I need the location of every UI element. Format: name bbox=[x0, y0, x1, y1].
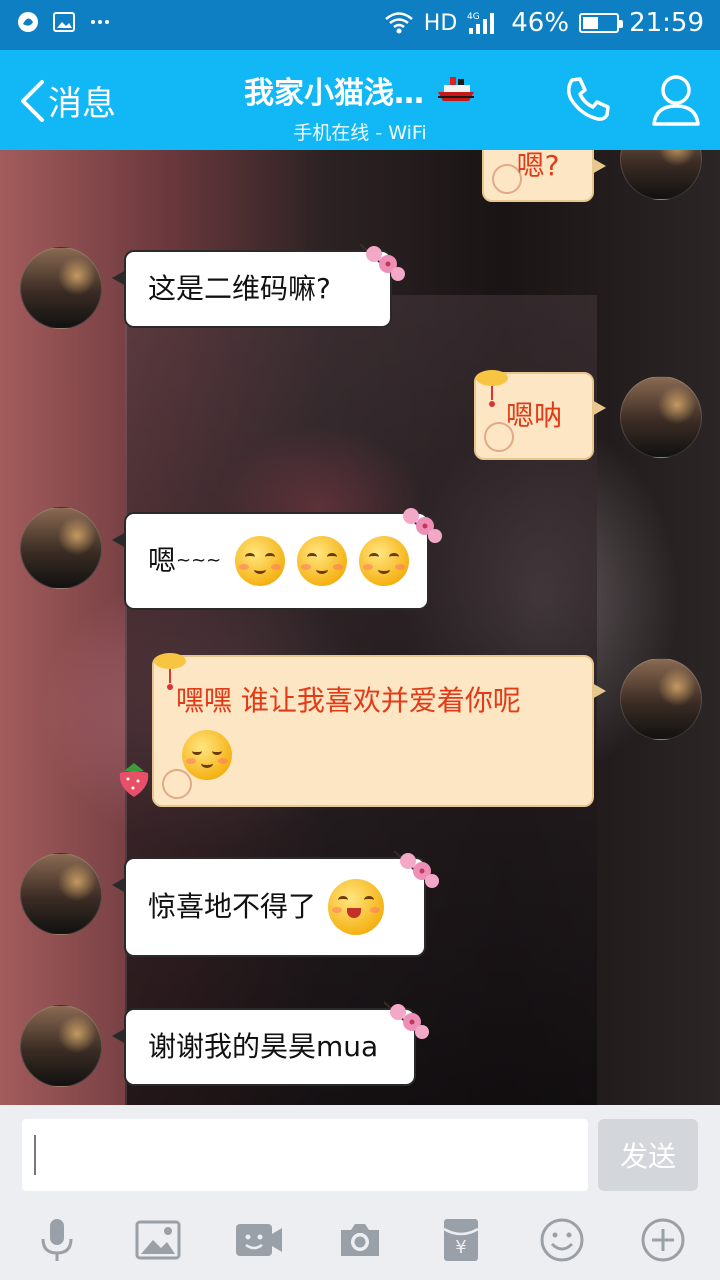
message-bubble-outgoing[interactable]: 嗯? bbox=[482, 150, 606, 202]
kiss-emoji-icon bbox=[297, 536, 348, 586]
cherry-blossom-icon bbox=[383, 1001, 429, 1039]
send-button[interactable]: 发送 bbox=[598, 1119, 698, 1191]
app-notification-icon bbox=[18, 12, 38, 32]
input-toolbar: ¥ bbox=[0, 1215, 720, 1265]
kiss-emoji-icon bbox=[235, 536, 286, 586]
message-text: 嘿嘿 谁让我喜欢并爱着你呢 bbox=[176, 684, 521, 717]
message-text: 嗯? bbox=[516, 150, 560, 182]
message-text: 这是二维码嘛? bbox=[148, 272, 331, 305]
image-icon bbox=[135, 1220, 181, 1260]
text-cursor bbox=[34, 1135, 36, 1175]
contact-avatar[interactable] bbox=[20, 507, 102, 589]
message-text: 惊喜地不得了 bbox=[148, 890, 317, 923]
more-notifications-icon bbox=[91, 20, 109, 24]
ship-icon bbox=[438, 77, 474, 101]
video-call-button[interactable] bbox=[234, 1215, 284, 1265]
svg-text:¥: ¥ bbox=[455, 1237, 466, 1258]
message-bubble-incoming[interactable]: 嗯 ~~~ bbox=[112, 505, 442, 610]
battery-percent: 46% bbox=[511, 8, 570, 38]
message-text: 谢谢我的昊昊mua bbox=[148, 1030, 379, 1063]
shy-emoji-icon bbox=[182, 730, 232, 780]
lucky-charm-icon bbox=[476, 370, 508, 407]
cherry-blossom-icon bbox=[396, 505, 442, 543]
status-bar: HD 4G 46% 21:59 bbox=[0, 0, 720, 50]
strawberry-icon bbox=[119, 763, 149, 797]
message-bubble-incoming[interactable]: 惊喜地不得了 bbox=[112, 850, 439, 957]
contact-avatar[interactable] bbox=[20, 853, 102, 935]
wifi-icon bbox=[384, 12, 413, 34]
network-label: HD bbox=[423, 10, 458, 36]
my-avatar[interactable] bbox=[620, 150, 702, 200]
seal-stamp-icon bbox=[162, 769, 192, 799]
back-button[interactable]: 消息 bbox=[18, 76, 116, 125]
message-bubble-outgoing[interactable]: 嘿嘿 谁让我喜欢并爱着你呢 bbox=[119, 653, 606, 807]
back-label: 消息 bbox=[48, 84, 116, 124]
profile-icon[interactable] bbox=[650, 72, 702, 128]
contact-avatar[interactable] bbox=[20, 247, 102, 329]
seal-stamp-icon bbox=[492, 164, 522, 194]
lucky-charm-icon bbox=[154, 653, 186, 690]
camera-icon bbox=[341, 1224, 379, 1256]
chat-area[interactable]: 嗯? 这是二维码嘛? 嗯呐 嗯 ~~~ 嘿嘿 谁让我喜欢并爱着你呢 惊喜地不得了… bbox=[0, 150, 720, 1105]
chat-header[interactable]: 我家小猫浅… 手机在线 - WiFi bbox=[210, 68, 510, 145]
message-input[interactable] bbox=[22, 1119, 588, 1191]
my-avatar[interactable] bbox=[620, 376, 702, 458]
contact-status: 手机在线 - WiFi bbox=[293, 122, 427, 144]
chevron-left-icon bbox=[21, 79, 44, 122]
message-bubble-incoming[interactable]: 谢谢我的昊昊mua bbox=[112, 1001, 429, 1086]
excited-emoji-icon bbox=[328, 879, 385, 935]
input-bar: 发送 ¥ bbox=[0, 1105, 720, 1280]
phone-icon[interactable] bbox=[562, 74, 614, 126]
more-button[interactable] bbox=[638, 1215, 688, 1265]
clock: 21:59 bbox=[629, 8, 704, 38]
red-packet-button[interactable]: ¥ bbox=[436, 1215, 486, 1265]
emoji-button[interactable] bbox=[537, 1215, 587, 1265]
title-bar: 消息 我家小猫浅… 手机在线 - WiFi bbox=[0, 50, 720, 150]
svg-text:4G: 4G bbox=[467, 12, 480, 22]
my-avatar[interactable] bbox=[620, 658, 702, 740]
voice-button[interactable] bbox=[32, 1215, 82, 1265]
signal-icon: 4G bbox=[467, 12, 495, 34]
cherry-blossom-icon bbox=[393, 850, 439, 888]
message-bubble-incoming[interactable]: 这是二维码嘛? bbox=[112, 243, 405, 328]
microphone-icon bbox=[41, 1219, 73, 1261]
message-tilde: ~~~ bbox=[176, 550, 222, 571]
message-bubble-outgoing[interactable]: 嗯呐 bbox=[474, 370, 606, 460]
contact-avatar[interactable] bbox=[20, 1005, 102, 1087]
contact-name: 我家小猫浅… bbox=[244, 76, 424, 111]
emoji-icon bbox=[540, 1218, 584, 1262]
image-button[interactable] bbox=[133, 1215, 183, 1265]
gallery-notification-icon bbox=[53, 12, 75, 32]
video-call-icon bbox=[236, 1224, 282, 1256]
red-packet-icon: ¥ bbox=[443, 1219, 479, 1261]
message-text: 嗯 bbox=[148, 544, 177, 577]
camera-button[interactable] bbox=[335, 1215, 385, 1265]
cherry-blossom-icon bbox=[359, 243, 405, 281]
plus-icon bbox=[641, 1218, 685, 1262]
message-text: 嗯呐 bbox=[505, 399, 562, 432]
seal-stamp-icon bbox=[484, 422, 514, 452]
battery-icon bbox=[579, 13, 624, 33]
